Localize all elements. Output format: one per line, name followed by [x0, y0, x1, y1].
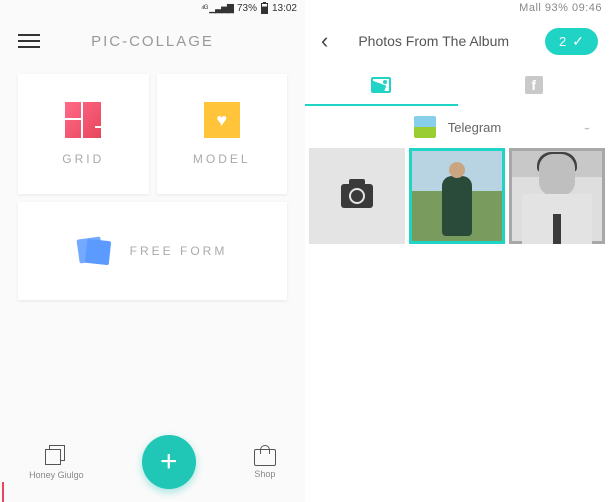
home-screen: ⁴ᴳ ▁▃▅▇ 73% 13:02 PIC-COLLAGE GRID ♥ MOD…: [0, 0, 305, 502]
camera-cell[interactable]: [309, 148, 405, 244]
check-icon: ✓: [572, 33, 584, 50]
tab-gallery[interactable]: [305, 66, 458, 106]
camera-icon: [341, 184, 373, 208]
stack-icon: [45, 445, 67, 467]
model-tile[interactable]: ♥ MODEL: [157, 74, 288, 194]
grid-icon: [65, 102, 101, 138]
picker-title: Photos From The Album: [330, 33, 537, 49]
facebook-icon: f: [525, 76, 543, 94]
status-bar-left: ⁴ᴳ ▁▃▅▇ 73% 13:02: [0, 0, 305, 16]
selection-count: 2: [559, 34, 566, 49]
nav-honey[interactable]: Honey Giulgo: [29, 445, 84, 480]
freeform-tile[interactable]: FREE FORM: [18, 202, 287, 300]
menu-icon[interactable]: [18, 34, 40, 48]
source-tabs: f: [305, 66, 610, 106]
nav-shop[interactable]: Shop: [254, 445, 276, 479]
status-bar-right: Mall 93% 09:46: [305, 0, 610, 16]
album-selector[interactable]: Telegram ⌄: [305, 106, 610, 148]
heart-icon: ♥: [204, 102, 240, 138]
battery-icon: [261, 3, 268, 14]
plus-icon: +: [160, 445, 178, 479]
grid-label: GRID: [62, 152, 104, 166]
album-name: Telegram: [448, 120, 501, 135]
photo-grid: [305, 148, 610, 244]
grid-tile[interactable]: GRID: [18, 74, 149, 194]
bottom-nav: Honey Giulgo + Shop: [0, 422, 305, 502]
nav-honey-label: Honey Giulgo: [29, 470, 84, 480]
shop-icon: [254, 449, 276, 466]
accent-marker: [2, 482, 4, 502]
lte-icon: ⁴ᴳ: [201, 3, 207, 13]
signal-icon: ▁▃▅▇: [209, 3, 233, 14]
album-thumb: [414, 116, 436, 138]
model-label: MODEL: [193, 152, 251, 166]
tab-facebook[interactable]: f: [458, 66, 610, 106]
status-right-text: Mall 93% 09:46: [519, 2, 602, 14]
chevron-down-icon: ⌄: [582, 123, 592, 131]
app-header: PIC-COLLAGE: [0, 16, 305, 66]
picker-header: ‹ Photos From The Album 2 ✓: [305, 16, 610, 66]
battery-percent: 73%: [237, 3, 257, 14]
done-button[interactable]: 2 ✓: [545, 28, 598, 55]
app-title: PIC-COLLAGE: [40, 33, 265, 50]
clock: 13:02: [272, 3, 297, 14]
network-icons: ⁴ᴳ ▁▃▅▇: [201, 3, 233, 14]
cards-icon: [78, 236, 112, 266]
freeform-label: FREE FORM: [130, 244, 228, 258]
nav-shop-label: Shop: [254, 469, 275, 479]
photo-picker-screen: Mall 93% 09:46 ‹ Photos From The Album 2…: [305, 0, 610, 502]
gallery-icon: [371, 77, 391, 93]
photo-1[interactable]: [409, 148, 505, 244]
create-fab[interactable]: +: [142, 435, 196, 489]
photo-2[interactable]: [509, 148, 605, 244]
